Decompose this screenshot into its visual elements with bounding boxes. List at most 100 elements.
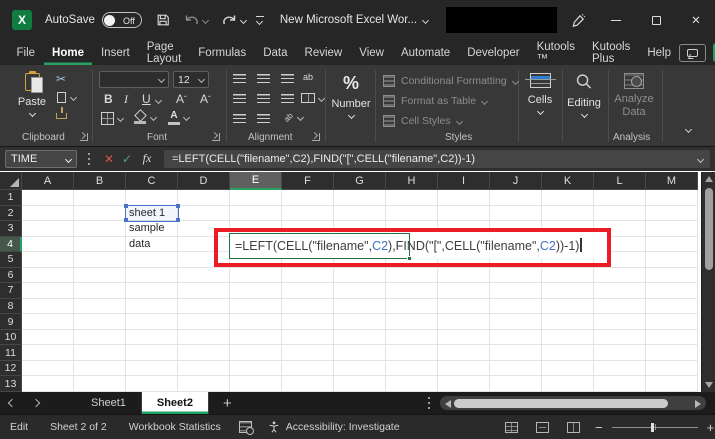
cell-D12[interactable]: [178, 360, 230, 377]
cell-C13[interactable]: [126, 376, 178, 392]
tab-view[interactable]: View: [351, 40, 393, 65]
cell-G6[interactable]: [334, 267, 386, 284]
title-dropdown-icon[interactable]: [422, 16, 430, 24]
cell-C5[interactable]: [126, 252, 178, 268]
cell-L13[interactable]: [594, 376, 646, 392]
cell-G9[interactable]: [334, 314, 386, 330]
cell-M11[interactable]: [646, 345, 698, 361]
collapse-ribbon-icon[interactable]: [684, 125, 693, 134]
fill-color-button[interactable]: [133, 111, 158, 124]
cell-F1[interactable]: [282, 190, 334, 206]
cell-A8[interactable]: [22, 298, 74, 315]
font-name-combo[interactable]: [99, 71, 169, 88]
cell-F12[interactable]: [282, 360, 334, 377]
cell-F7[interactable]: [282, 283, 334, 299]
align-top-button[interactable]: [233, 74, 246, 83]
cell-M2[interactable]: [646, 205, 698, 222]
close-button[interactable]: ✕: [678, 0, 714, 40]
font-size-combo[interactable]: 12: [173, 71, 209, 88]
vertical-scroll-thumb[interactable]: [704, 188, 713, 270]
align-left-button[interactable]: [233, 94, 246, 103]
cell-D2[interactable]: [178, 205, 230, 222]
cell-I11[interactable]: [438, 345, 490, 361]
column-header-d[interactable]: D: [178, 172, 230, 190]
row-header-8[interactable]: 8: [0, 298, 22, 315]
cell-B11[interactable]: [74, 345, 126, 361]
cancel-entry-button[interactable]: ✕: [101, 150, 117, 167]
cell-B8[interactable]: [74, 298, 126, 315]
cell-G10[interactable]: [334, 329, 386, 346]
column-header-i[interactable]: I: [438, 172, 490, 190]
decrease-font-button[interactable]: Aˇ: [200, 92, 211, 106]
column-header-c[interactable]: C: [126, 172, 178, 190]
scroll-right-icon[interactable]: [695, 399, 701, 408]
cell-G1[interactable]: [334, 190, 386, 206]
cell-M9[interactable]: [646, 314, 698, 330]
formula-input[interactable]: =LEFT(CELL("filename",C2),FIND("[",CELL(…: [164, 150, 710, 168]
cell-L9[interactable]: [594, 314, 646, 330]
cell-H12[interactable]: [386, 360, 438, 377]
underline-button[interactable]: U: [142, 92, 151, 106]
underline-dropdown-icon[interactable]: [154, 96, 163, 105]
cell-C7[interactable]: [126, 283, 178, 299]
accessibility-status[interactable]: Accessibility: Investigate: [286, 421, 400, 433]
tab-kutools-plus[interactable]: Kutools Plus: [583, 40, 638, 65]
redo-button[interactable]: [222, 14, 247, 26]
vertical-scrollbar[interactable]: [701, 172, 715, 392]
insert-function-button[interactable]: fx: [139, 150, 155, 167]
undo-button[interactable]: [184, 14, 209, 26]
tab-automate[interactable]: Automate: [392, 40, 458, 65]
cell-K12[interactable]: [542, 360, 594, 377]
paste-button[interactable]: Paste: [10, 71, 54, 118]
borders-button[interactable]: [101, 112, 125, 125]
cell-J2[interactable]: [490, 205, 542, 222]
cell-E12[interactable]: [230, 360, 282, 377]
tab-review[interactable]: Review: [296, 40, 351, 65]
cell-G11[interactable]: [334, 345, 386, 361]
customize-quick-access-toolbar-button[interactable]: [255, 16, 264, 26]
align-bottom-button[interactable]: [281, 74, 294, 83]
cell-G12[interactable]: [334, 360, 386, 377]
cut-button[interactable]: ✂: [56, 72, 66, 86]
save-icon[interactable]: [156, 13, 170, 27]
previous-sheet-button[interactable]: [0, 392, 24, 414]
cell-J1[interactable]: [490, 190, 542, 206]
column-header-f[interactable]: F: [282, 172, 334, 190]
row-header-6[interactable]: 6: [0, 267, 22, 284]
tab-data[interactable]: Data: [255, 40, 296, 65]
tab-page-layout[interactable]: Page Layout: [138, 40, 190, 65]
scroll-left-icon[interactable]: [445, 399, 451, 408]
font-color-button[interactable]: A: [168, 110, 191, 125]
cell-L8[interactable]: [594, 298, 646, 315]
cell-C10[interactable]: [126, 329, 178, 346]
cell-C3[interactable]: sample: [126, 221, 178, 237]
cell-H9[interactable]: [386, 314, 438, 330]
row-header-3[interactable]: 3: [0, 221, 22, 237]
cell-L2[interactable]: [594, 205, 646, 222]
column-header-e[interactable]: E: [230, 172, 282, 190]
cell-B5[interactable]: [74, 252, 126, 268]
align-center-button[interactable]: [257, 94, 270, 103]
tab-home[interactable]: Home: [44, 40, 93, 65]
alignment-dialog-launcher-icon[interactable]: [312, 133, 320, 141]
cell-A9[interactable]: [22, 314, 74, 330]
cell-M4[interactable]: [646, 236, 698, 253]
row-header-1[interactable]: 1: [0, 190, 22, 206]
cell-H10[interactable]: [386, 329, 438, 346]
cell-A3[interactable]: [22, 221, 74, 237]
name-box[interactable]: TIME: [5, 150, 77, 168]
copy-button[interactable]: [57, 89, 78, 103]
cell-L11[interactable]: [594, 345, 646, 361]
cell-L6[interactable]: [594, 267, 646, 284]
cell-A5[interactable]: [22, 252, 74, 268]
cell-B12[interactable]: [74, 360, 126, 377]
cell-L1[interactable]: [594, 190, 646, 206]
zoom-slider[interactable]: [611, 422, 698, 432]
sheet-tab-sheet2[interactable]: Sheet2: [141, 392, 209, 414]
cell-D7[interactable]: [178, 283, 230, 299]
cell-J11[interactable]: [490, 345, 542, 361]
cell-A7[interactable]: [22, 283, 74, 299]
cell-K9[interactable]: [542, 314, 594, 330]
cell-B7[interactable]: [74, 283, 126, 299]
cell-G7[interactable]: [334, 283, 386, 299]
